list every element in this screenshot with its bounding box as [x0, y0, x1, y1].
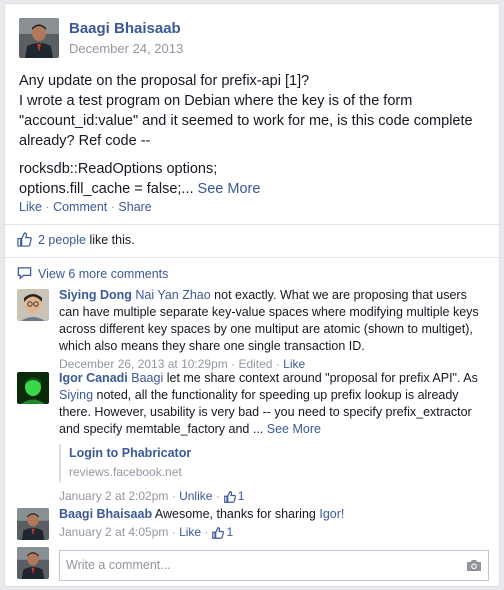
divider: [5, 224, 499, 225]
mention-link[interactable]: Baagi: [131, 371, 163, 385]
post-author-name[interactable]: Baagi Bhaisaab: [69, 20, 181, 37]
commenter-name[interactable]: Siying Dong: [59, 288, 132, 302]
link-preview[interactable]: Login to Phabricator reviews.facebook.ne…: [59, 444, 487, 482]
comment-input[interactable]: Write a comment...: [59, 550, 489, 581]
share-link[interactable]: Share: [118, 200, 151, 214]
comment-time[interactable]: January 2 at 2:02pm: [59, 488, 168, 505]
comment-body: Igor Canadi Baagi let me share context a…: [59, 370, 487, 505]
post-date[interactable]: December 24, 2013: [69, 41, 183, 56]
viewer-avatar: [17, 547, 49, 579]
see-more-link[interactable]: See More: [267, 422, 321, 436]
commenter-name[interactable]: Igor Canadi: [59, 371, 128, 385]
thumbs-up-icon: [17, 232, 32, 247]
comment-text: Awesome, thanks for sharing: [154, 507, 316, 521]
post-card: Baagi Bhaisaab December 24, 2013 Any upd…: [4, 3, 500, 587]
comment-text: noted, all the functionality for speedin…: [59, 388, 472, 436]
see-more-link[interactable]: See More: [198, 181, 261, 197]
like-link[interactable]: Like: [19, 200, 42, 214]
likes-summary: 2 people like this.: [17, 232, 135, 247]
separator: ·: [110, 200, 115, 214]
comment-time[interactable]: January 2 at 4:05pm: [59, 524, 168, 541]
comment-meta: January 2 at 4:05pm · Like · 1: [59, 524, 234, 541]
post-actions: Like · Comment · Share: [19, 200, 152, 214]
commenter-avatar[interactable]: [17, 289, 49, 321]
comment-link[interactable]: Comment: [53, 200, 107, 214]
commenter-avatar[interactable]: [17, 508, 49, 540]
view-more-label[interactable]: View 6 more comments: [38, 267, 168, 281]
post-body: Any update on the proposal for prefix-ap…: [19, 71, 489, 199]
post-code-line-2: options.fill_cache = false;... See More: [19, 179, 489, 199]
view-more-comments[interactable]: View 6 more comments: [17, 266, 168, 281]
commenter-avatar[interactable]: [17, 372, 49, 404]
comment-body: Siying Dong Nai Yan Zhao not exactly. Wh…: [59, 287, 487, 373]
comment-text: let me share context around "proposal fo…: [166, 371, 478, 385]
divider: [5, 257, 499, 258]
comment-like-count[interactable]: 1: [238, 488, 245, 505]
comment-input-placeholder: Write a comment...: [66, 558, 171, 572]
separator: ·: [45, 200, 50, 214]
author-avatar[interactable]: [19, 18, 59, 58]
post-code-line-1: rocksdb::ReadOptions options;: [19, 161, 218, 177]
likers-link[interactable]: 2 people: [38, 233, 86, 247]
comment-meta: January 2 at 2:02pm · Unlike · 1: [59, 488, 245, 505]
camera-icon[interactable]: [466, 559, 482, 572]
comment-body: Baagi Bhaisaab Awesome, thanks for shari…: [59, 506, 487, 541]
likes-text: like this.: [89, 232, 135, 247]
mention-link[interactable]: Nai Yan Zhao: [135, 288, 210, 302]
comment-like-link[interactable]: Like: [179, 524, 201, 541]
post-text-line-1: Any update on the proposal for prefix-ap…: [19, 73, 310, 89]
link-preview-url: reviews.facebook.net: [69, 465, 182, 479]
thumbs-up-icon: [223, 490, 236, 503]
post-code-text: options.fill_cache = false;...: [19, 181, 194, 197]
mention-link[interactable]: Igor!: [319, 507, 344, 521]
comment-like-count[interactable]: 1: [226, 524, 233, 541]
post-text-line-2: I wrote a test program on Debian where t…: [19, 93, 473, 149]
mention-link[interactable]: Siying: [59, 388, 93, 402]
comment-unlike-link[interactable]: Unlike: [179, 488, 212, 505]
link-preview-title[interactable]: Login to Phabricator: [69, 445, 487, 462]
thumbs-up-icon: [212, 526, 225, 539]
commenter-name[interactable]: Baagi Bhaisaab: [59, 507, 152, 521]
comment-bubble-icon: [17, 266, 32, 281]
